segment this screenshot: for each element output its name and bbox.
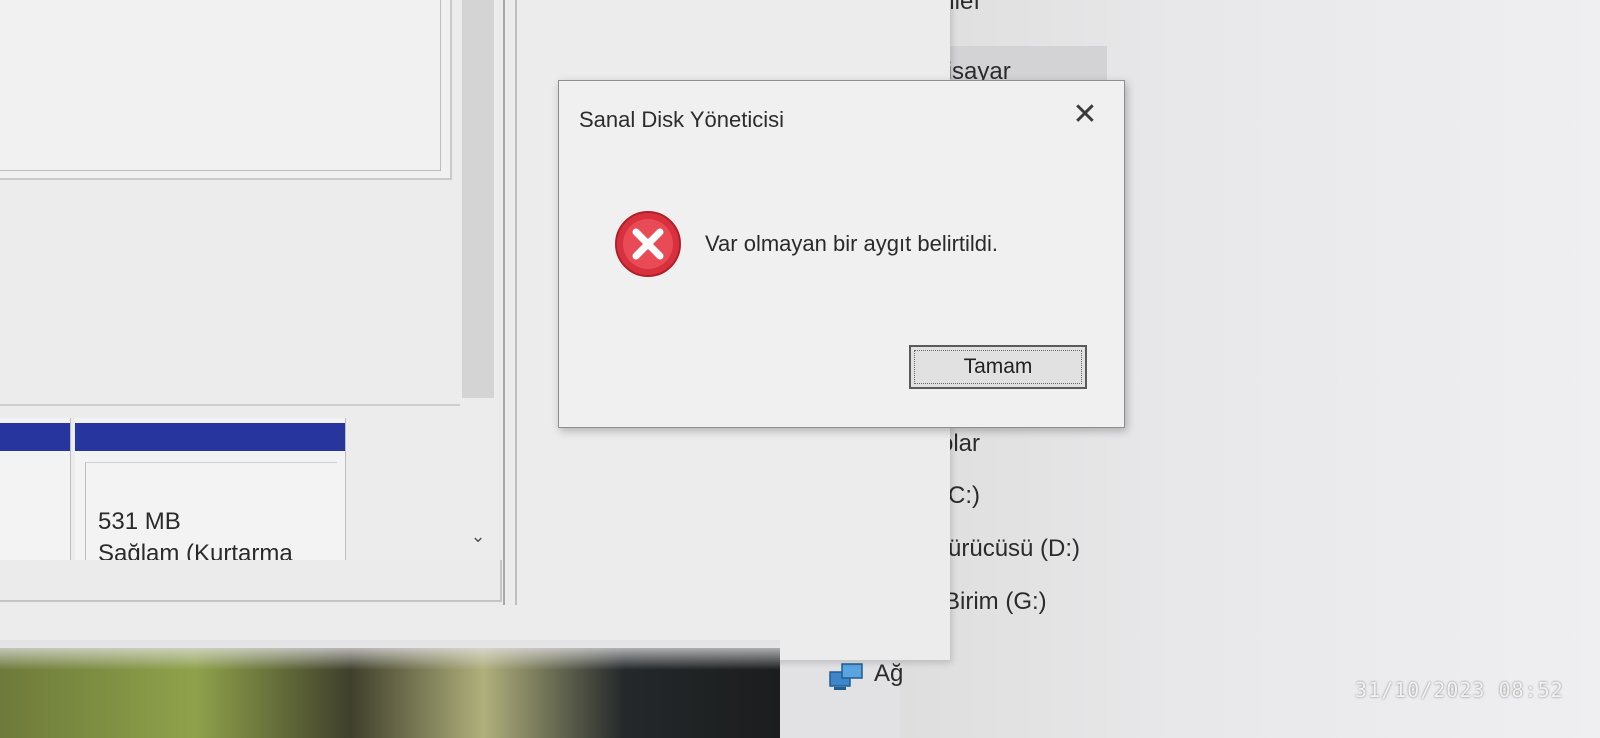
network-icon bbox=[829, 663, 863, 690]
pane-divider-secondary bbox=[515, 0, 517, 605]
ok-button[interactable]: Tamam bbox=[909, 345, 1087, 389]
error-dialog: Sanal Disk Yöneticisi ✕ Var olmayan bir … bbox=[558, 80, 1125, 428]
chevron-down-icon[interactable]: ⌄ bbox=[467, 525, 489, 547]
partition-size: 531 MB bbox=[98, 508, 181, 535]
volume-list-inner bbox=[0, 0, 441, 171]
sidebar-item-drive-d[interactable]: Sürücüsü (D:) bbox=[932, 535, 1080, 563]
partition-bar bbox=[0, 423, 70, 451]
error-icon bbox=[615, 211, 681, 277]
panel-separator bbox=[0, 404, 460, 406]
focus-ring bbox=[914, 350, 1082, 384]
partition-bar bbox=[75, 423, 345, 451]
photo-timestamp: 31/10/2023 08:52 bbox=[1355, 678, 1564, 702]
pane-divider[interactable] bbox=[503, 0, 505, 605]
dialog-message: Var olmayan bir aygıt belirtildi. bbox=[705, 231, 999, 256]
partition-block-left[interactable] bbox=[0, 418, 71, 563]
photo-fade bbox=[0, 640, 780, 670]
vertical-scrollbar[interactable] bbox=[462, 0, 494, 398]
dialog-title: Sanal Disk Yöneticisi bbox=[579, 107, 785, 132]
horizontal-scrollbar[interactable] bbox=[0, 560, 502, 602]
close-icon[interactable]: ✕ bbox=[1067, 97, 1103, 133]
sidebar-item-network[interactable]: Ağ bbox=[874, 660, 903, 688]
volume-list-panel bbox=[0, 0, 452, 180]
